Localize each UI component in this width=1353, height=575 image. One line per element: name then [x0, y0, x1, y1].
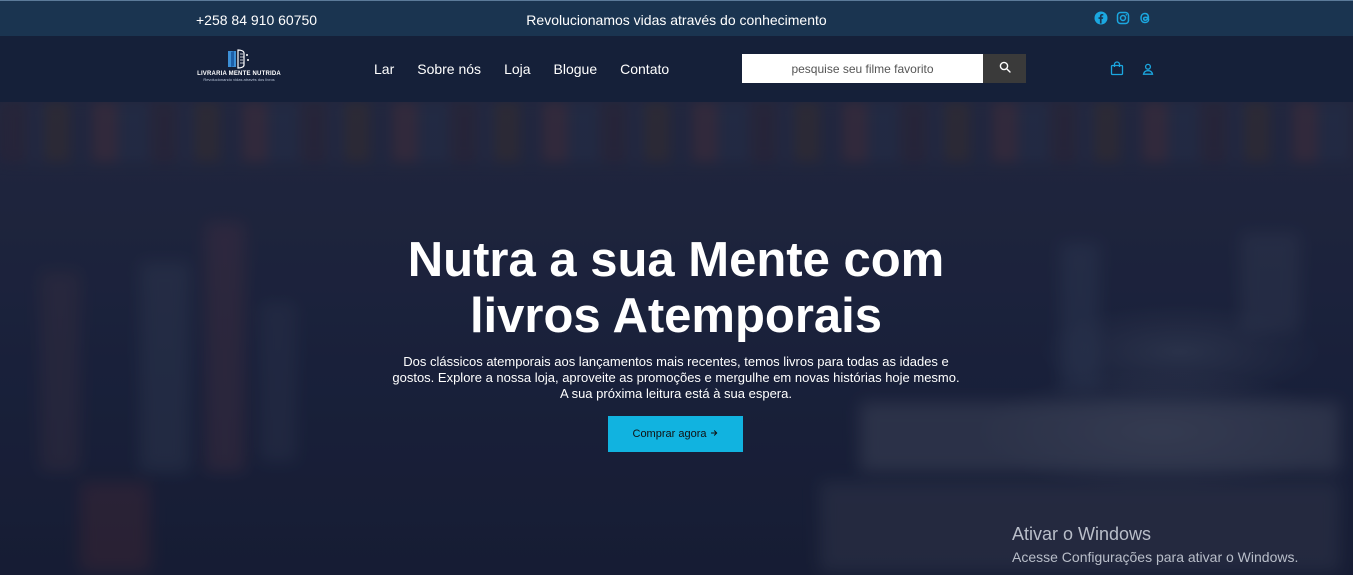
menu: Lar Sobre nós Loja Blogue Contato — [374, 61, 692, 77]
threads-icon[interactable] — [1138, 11, 1152, 25]
top-bar: +258 84 910 60750 Revolucionamos vidas a… — [0, 0, 1353, 36]
book-logo-icon — [225, 48, 253, 70]
instagram-icon[interactable] — [1116, 11, 1130, 25]
windows-activation-title: Ativar o Windows — [1012, 524, 1152, 544]
shop-now-label: Comprar agora — [632, 428, 707, 440]
hero-description-line-1: Dos clássicos atemporais aos lançamentos… — [403, 354, 949, 369]
menu-item-loja[interactable]: Loja — [504, 61, 530, 77]
menu-item-sobre-nos[interactable]: Sobre nós — [417, 61, 481, 77]
hero-title-line-1: Nutra a sua Mente com — [407, 233, 945, 287]
logo[interactable]: LIVRARIA MENTE NUTRIDA Revolucionando vi… — [196, 48, 282, 88]
search-button[interactable] — [983, 54, 1026, 83]
hero-description-line-2: gostos. Explore a nossa loja, aproveite … — [392, 370, 960, 385]
social-links — [1094, 11, 1152, 25]
arrow-right-icon — [710, 428, 718, 440]
search-input[interactable] — [742, 54, 983, 83]
hero-description-line-3: A sua próxima leitura está à sua espera. — [560, 386, 792, 401]
user-icon[interactable] — [1142, 62, 1154, 80]
nav-icons — [1110, 61, 1154, 81]
menu-item-contato[interactable]: Contato — [620, 61, 669, 77]
hero-title: Nutra a sua Mente com livros Atemporais — [326, 232, 1026, 344]
menu-item-lar[interactable]: Lar — [374, 61, 394, 77]
shopping-bag-icon[interactable] — [1110, 61, 1124, 81]
main-navigation: LIVRARIA MENTE NUTRIDA Revolucionando vi… — [0, 36, 1353, 102]
logo-subtitle: Revolucionando vidas através dos livros — [203, 77, 275, 82]
facebook-icon[interactable] — [1094, 11, 1108, 25]
hero-banner: Nutra a sua Mente com livros Atemporais … — [0, 102, 1353, 575]
windows-activation-subtitle: Acesse Configurações para ativar o Windo… — [1012, 549, 1299, 565]
search-box — [742, 54, 1026, 83]
hero-title-line-2: livros Atemporais — [469, 289, 883, 343]
hero-description: Dos clássicos atemporais aos lançamentos… — [386, 354, 966, 402]
menu-item-blogue[interactable]: Blogue — [554, 61, 598, 77]
search-icon — [999, 60, 1011, 78]
shop-now-button[interactable]: Comprar agora — [608, 416, 743, 452]
